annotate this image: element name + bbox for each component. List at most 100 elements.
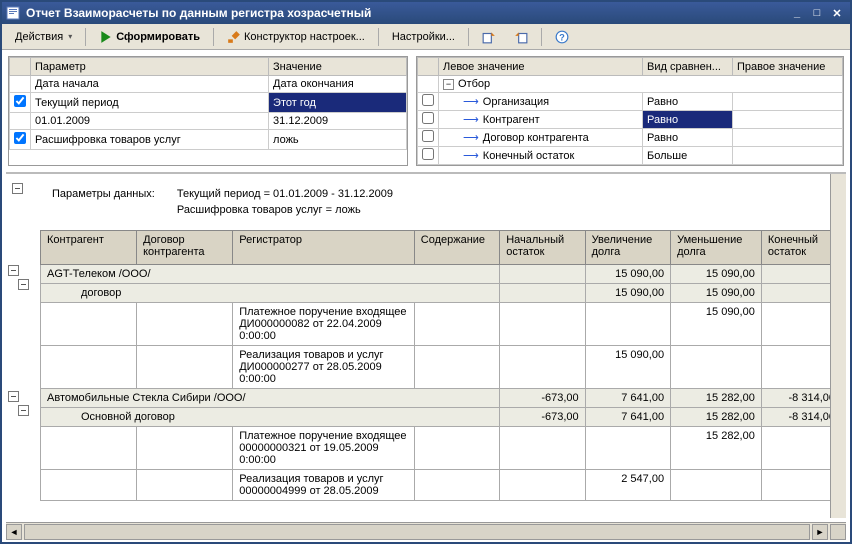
vertical-scrollbar[interactable]: [830, 174, 846, 518]
form-button[interactable]: Сформировать: [92, 27, 207, 47]
report-area: Параметры данных: Текущий период = 01.01…: [6, 172, 846, 518]
report-cell: -673,00: [500, 408, 585, 427]
report-cell: [414, 470, 499, 501]
close-button[interactable]: ✕: [828, 5, 846, 21]
tool-export-button[interactable]: [475, 27, 503, 47]
col-content: Содержание: [414, 231, 499, 265]
outline-toggle[interactable]: [12, 183, 23, 194]
tool-import-button[interactable]: [507, 27, 535, 47]
report-cell: [500, 427, 585, 470]
col-debt-decrease: Уменьшение долга: [671, 231, 762, 265]
report-detail-row[interactable]: Реализация товаров и услуг ДИ000000277 о…: [41, 346, 842, 389]
titlebar: Отчет Взаиморасчеты по данным регистра х…: [2, 2, 850, 24]
outline-column[interactable]: [6, 174, 40, 518]
filter-field: Конечный остаток: [483, 150, 575, 162]
filter-row[interactable]: ⟶Договор контрагента Равно: [418, 129, 843, 147]
report-cell: [500, 346, 585, 389]
report-cell: 7 641,00: [585, 389, 670, 408]
help-button[interactable]: ?: [548, 27, 576, 47]
filter-checkbox[interactable]: [422, 148, 434, 160]
filter-compare: Равно: [643, 111, 733, 129]
arrow-icon: ⟶: [463, 96, 479, 108]
report-cell: AGT-Телеком /ООО/: [41, 265, 500, 284]
form-label: Сформировать: [116, 31, 200, 43]
param-value: Дата окончания: [269, 76, 407, 93]
arrow-icon: ⟶: [463, 132, 479, 144]
window-buttons: _ □ ✕: [788, 5, 846, 21]
minimize-button[interactable]: _: [788, 5, 806, 21]
report-table[interactable]: Контрагент Договор контрагента Регистрат…: [40, 230, 842, 501]
value-header: Значение: [269, 58, 407, 76]
col-contractor: Контрагент: [41, 231, 137, 265]
actions-menu[interactable]: Действия: [8, 28, 79, 46]
filter-root-row[interactable]: −Отбор: [418, 76, 843, 93]
separator: [213, 28, 214, 46]
report-detail-row[interactable]: Платежное поручение входящее 00000000321…: [41, 427, 842, 470]
param-checkbox[interactable]: [14, 132, 26, 144]
outline-toggle[interactable]: [18, 405, 29, 416]
param-row[interactable]: Дата начала Дата окончания: [10, 76, 407, 93]
outline-toggle[interactable]: [8, 265, 19, 276]
outline-toggle[interactable]: [18, 279, 29, 290]
report-cell: 15 090,00: [585, 346, 670, 389]
report-cell: Реализация товаров и услуг ДИ000000277 о…: [233, 346, 415, 389]
constructor-button[interactable]: Конструктор настроек...: [220, 27, 372, 47]
filter-panel: Левое значение Вид сравнен... Правое зна…: [416, 56, 844, 166]
arrow-icon: ⟶: [463, 150, 479, 162]
param-row[interactable]: Расшифровка товаров услуг ложь: [10, 130, 407, 150]
params-text-label: Параметры данных:: [52, 188, 155, 200]
report-cell: 15 282,00: [671, 408, 762, 427]
maximize-button[interactable]: □: [808, 5, 826, 21]
param-value: ложь: [269, 130, 407, 150]
report-detail-row[interactable]: Реализация товаров и услуг 00000004999 о…: [41, 470, 842, 501]
settings-button[interactable]: Настройки...: [385, 28, 462, 46]
report-cell: [585, 303, 670, 346]
report-cell: 15 282,00: [671, 427, 762, 470]
play-icon: [99, 30, 113, 44]
filter-checkbox[interactable]: [422, 94, 434, 106]
report-cell: Автомобильные Стекла Сибири /ООО/: [41, 389, 500, 408]
col-registrar: Регистратор: [233, 231, 415, 265]
report-cell: договор: [41, 284, 500, 303]
filter-row[interactable]: ⟶Контрагент Равно: [418, 111, 843, 129]
report-group-row[interactable]: AGT-Телеком /ООО/ 15 090,0015 090,00: [41, 265, 842, 284]
filter-value: [733, 129, 843, 147]
param-row[interactable]: Текущий период Этот год: [10, 93, 407, 113]
report-cell: [414, 303, 499, 346]
filter-checkbox[interactable]: [422, 130, 434, 142]
params-table[interactable]: Параметр Значение Дата начала Дата оконч…: [9, 57, 407, 150]
report-group-row[interactable]: Автомобильные Стекла Сибири /ООО/ -673,0…: [41, 389, 842, 408]
export-icon: [482, 30, 496, 44]
report-group-row[interactable]: договор 15 090,0015 090,00: [41, 284, 842, 303]
arrow-icon: ⟶: [463, 114, 479, 126]
report-cell: 15 090,00: [671, 265, 762, 284]
param-row[interactable]: 01.01.2009 31.12.2009: [10, 113, 407, 130]
window-title: Отчет Взаиморасчеты по данным регистра х…: [26, 6, 788, 20]
report-cell: 15 282,00: [671, 389, 762, 408]
report-detail-row[interactable]: Платежное поручение входящее ДИ000000082…: [41, 303, 842, 346]
param-value: Этот год: [269, 93, 407, 113]
report-scroll[interactable]: Параметры данных: Текущий период = 01.01…: [40, 174, 846, 518]
param-name: Дата начала: [31, 76, 269, 93]
param-name: Текущий период: [31, 93, 269, 113]
scroll-right-button[interactable]: ►: [812, 524, 828, 540]
filter-compare: Равно: [643, 129, 733, 147]
filter-checkbox[interactable]: [422, 112, 434, 124]
param-value: 31.12.2009: [269, 113, 407, 130]
filter-compare: Больше: [643, 147, 733, 165]
report-cell: [500, 470, 585, 501]
filter-field: Организация: [483, 96, 549, 108]
filter-row[interactable]: ⟶Организация Равно: [418, 93, 843, 111]
collapse-icon[interactable]: −: [443, 79, 454, 90]
report-cell: 15 090,00: [585, 265, 670, 284]
scroll-left-button[interactable]: ◄: [6, 524, 22, 540]
filter-value: [733, 93, 843, 111]
outline-toggle[interactable]: [8, 391, 19, 402]
filter-table[interactable]: Левое значение Вид сравнен... Правое зна…: [417, 57, 843, 165]
report-group-row[interactable]: Основной договор -673,007 641,0015 282,0…: [41, 408, 842, 427]
horizontal-scrollbar[interactable]: ◄ ►: [6, 522, 846, 540]
scroll-thumb[interactable]: [24, 524, 810, 540]
filter-row[interactable]: ⟶ Конечный остаток Больше: [418, 147, 843, 165]
param-checkbox[interactable]: [14, 95, 26, 107]
settings-label: Настройки...: [392, 31, 455, 43]
